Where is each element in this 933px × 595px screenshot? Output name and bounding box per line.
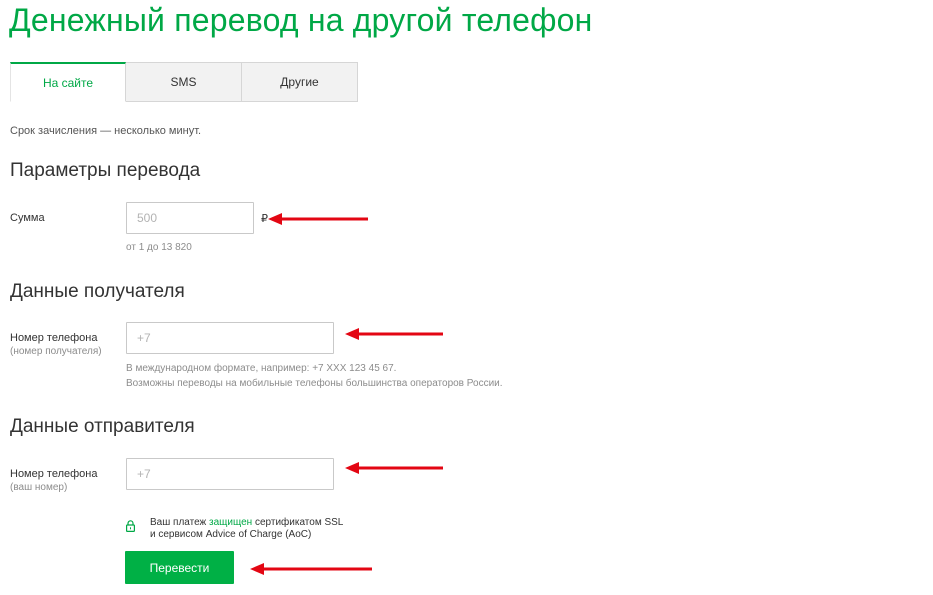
tab-label: SMS [170,75,197,89]
arrow-pointer-submit [250,563,372,575]
tab-sms[interactable]: SMS [126,62,242,102]
sender-phone-label: Номер телефона (ваш номер) [10,468,97,493]
arrow-pointer-recipient [345,328,443,340]
arrow-pointer-amount [268,213,368,225]
amount-input[interactable] [126,202,254,234]
ssl-text-line-2: и сервисом Advice of Charge (AoC) [150,529,312,540]
phone-sublabel: (номер получателя) [10,346,102,357]
recipient-phone-hint: В международном формате, например: +7 XX… [126,361,503,391]
page-title: Денежный перевод на другой телефон [9,2,593,38]
currency-symbol: ₽ [261,213,268,225]
section-heading-sender: Данные отправителя [10,416,195,437]
sender-phone-input[interactable] [126,458,334,490]
section-heading-transfer: Параметры перевода [10,160,201,181]
section-heading-recipient: Данные получателя [10,281,185,302]
submit-transfer-button[interactable]: Перевести [125,551,234,584]
phone-sublabel: (ваш номер) [10,482,68,493]
phone-label: Номер телефона [10,332,98,344]
amount-hint: от 1 до 13 820 [126,242,192,253]
tab-label: На сайте [42,75,94,90]
ssl-text-before: Ваш платеж [150,517,207,528]
transfer-time-note: Срок зачисления — несколько минут. [10,125,202,137]
arrow-pointer-sender [345,462,443,474]
tab-bar: На сайте SMS Другие [10,62,358,102]
tab-other[interactable]: Другие [242,62,358,102]
hint-format: В международном формате, например: +7 XX… [126,363,397,374]
hint-operators: Возможны переводы на мобильные телефоны … [126,378,503,389]
recipient-phone-label: Номер телефона (номер получателя) [10,332,102,357]
amount-label: Сумма [10,212,45,224]
recipient-phone-input[interactable] [126,322,334,354]
ssl-protected-link[interactable]: защищен [209,517,252,528]
tab-on-site[interactable]: На сайте [10,62,126,102]
lock-icon [126,520,135,532]
ssl-text-after: сертификатом SSL [254,517,344,528]
phone-label: Номер телефона [10,468,98,480]
tab-label: Другие [280,75,319,89]
ssl-security-note: Ваш платеж защищен сертификатом SSL и се… [150,517,343,541]
